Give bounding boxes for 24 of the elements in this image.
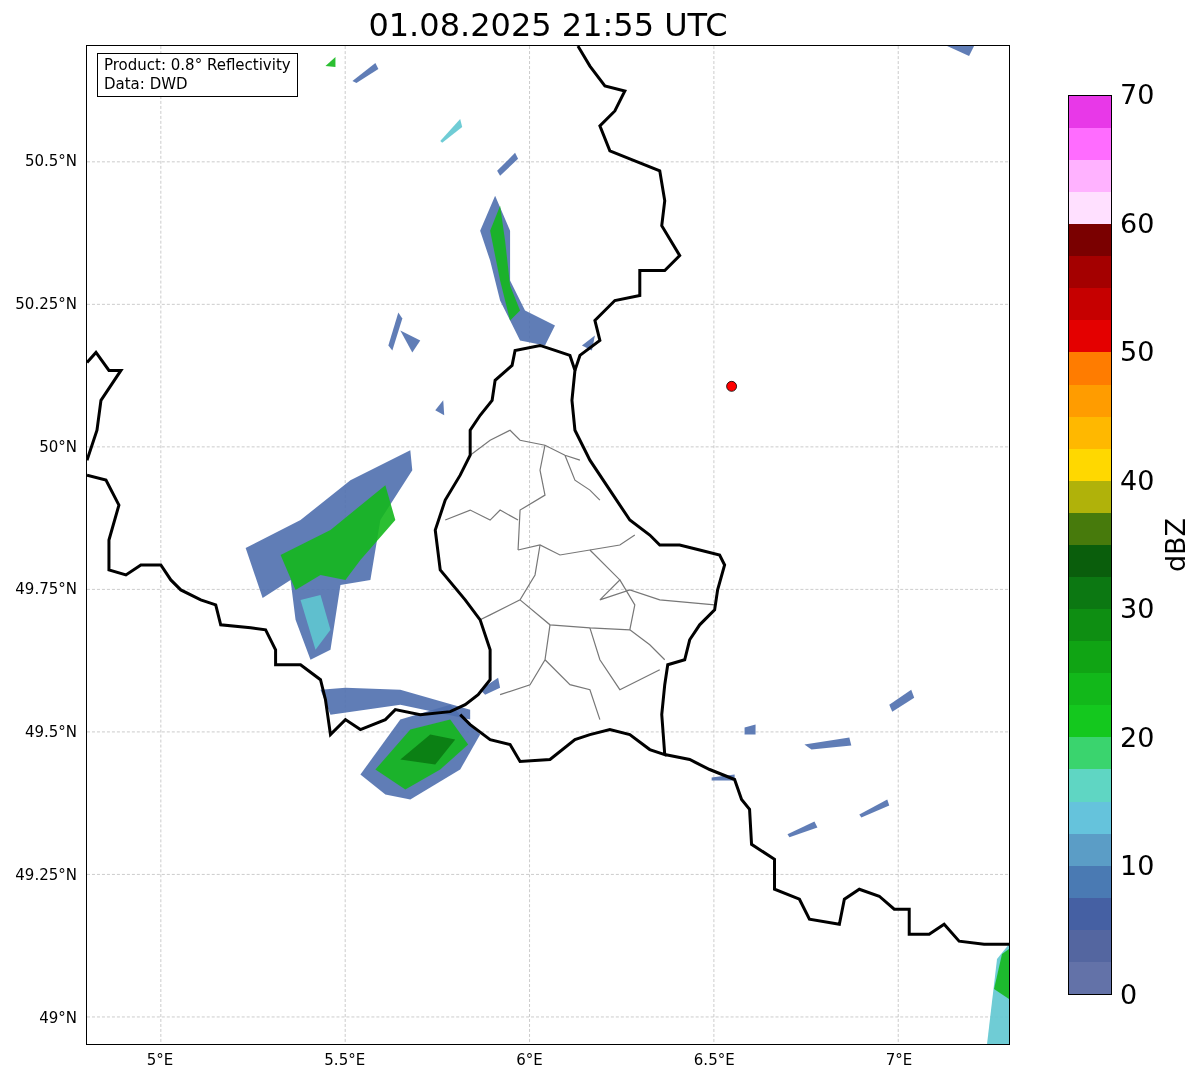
latitude-label: 49.75°N bbox=[15, 580, 77, 599]
colorbar-tick-label: 40 bbox=[1120, 465, 1155, 496]
legend-text: Data: DWD bbox=[104, 75, 189, 94]
colorbar-label: dBZ bbox=[1161, 517, 1191, 573]
longitude-label: 5.5°E bbox=[324, 1051, 366, 1069]
latitude-label: 50°N bbox=[39, 437, 77, 456]
latitude-label: 49°N bbox=[39, 1008, 77, 1027]
longitude-label: 5°E bbox=[146, 1051, 174, 1069]
longitude-label: 6°E bbox=[516, 1051, 543, 1069]
colorbar-tick-label: 50 bbox=[1120, 337, 1155, 368]
legend-text: Product: 0.8° Reflectivity bbox=[104, 56, 291, 75]
chart-title: 01.08.2025 21:55 UTC bbox=[368, 5, 728, 45]
colorbar-tick-label: 60 bbox=[1120, 208, 1155, 239]
colorbar-tick-label: 10 bbox=[1120, 851, 1155, 882]
colorbar-tick-label: 30 bbox=[1120, 594, 1155, 625]
longitude-label: 6.5°E bbox=[693, 1051, 735, 1069]
colorbar-tick-label: 0 bbox=[1120, 980, 1138, 1010]
latitude-label: 49.5°N bbox=[24, 723, 77, 742]
longitude-label: 7°E bbox=[885, 1051, 913, 1069]
colorbar-tick-label: 70 bbox=[1120, 80, 1155, 110]
latitude-label: 50.25°N bbox=[15, 294, 77, 313]
latitude-label: 50.5°N bbox=[24, 152, 77, 170]
colorbar-tick-label: 20 bbox=[1120, 722, 1155, 753]
latitude-label: 49.25°N bbox=[15, 866, 77, 885]
